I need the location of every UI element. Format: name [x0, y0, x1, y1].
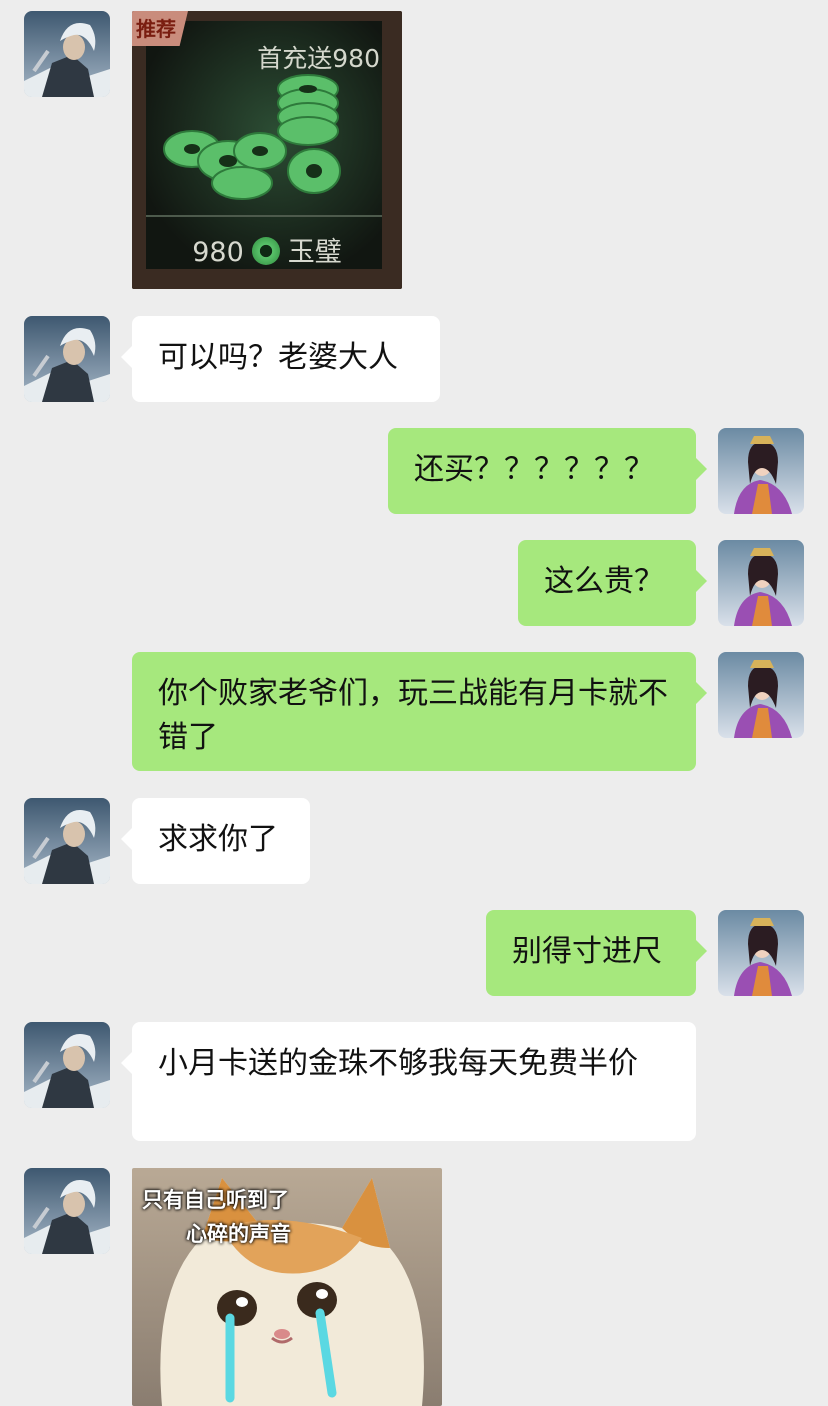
message-bubble-incoming[interactable]: 求求你了	[121, 798, 310, 884]
my-avatar[interactable]	[718, 652, 804, 738]
message-bubble-incoming[interactable]: 可以吗？老婆大人	[121, 316, 440, 402]
recommend-tag: 推荐	[132, 11, 188, 46]
my-avatar[interactable]	[718, 910, 804, 996]
contact-avatar[interactable]	[24, 798, 110, 884]
jade-coin-icon	[251, 237, 280, 265]
meme-caption-line2: 心碎的声音	[186, 1222, 291, 1246]
promo-currency: 玉璧	[287, 237, 342, 268]
my-avatar[interactable]	[718, 540, 804, 626]
meme-caption-line1: 只有自己听到了	[142, 1188, 289, 1212]
message-bubble-outgoing[interactable]: 还买？？？？？？	[388, 428, 707, 514]
meme-image[interactable]: 只有自己听到了 心碎的声音	[132, 1168, 442, 1406]
promo-card-image[interactable]: 推荐 首充送980 980 玉璧	[132, 11, 402, 289]
contact-avatar[interactable]	[24, 316, 110, 402]
message-bubble-outgoing[interactable]: 别得寸进尺	[486, 910, 707, 996]
promo-headline: 首充送980	[257, 44, 380, 73]
message-bubble-outgoing[interactable]: 你个败家老爷们，玩三战能有月卡就不错了	[132, 652, 707, 771]
promo-amount: 980	[192, 237, 244, 268]
contact-avatar[interactable]	[24, 1168, 110, 1254]
message-bubble-outgoing[interactable]: 这么贵？	[518, 540, 707, 626]
contact-avatar[interactable]	[24, 1022, 110, 1108]
message-bubble-incoming[interactable]: 小月卡送的金珠不够我每天免费半价	[121, 1022, 696, 1141]
contact-avatar[interactable]	[24, 11, 110, 97]
my-avatar[interactable]	[718, 428, 804, 514]
promo-amount-row: 980 玉璧	[132, 230, 402, 269]
